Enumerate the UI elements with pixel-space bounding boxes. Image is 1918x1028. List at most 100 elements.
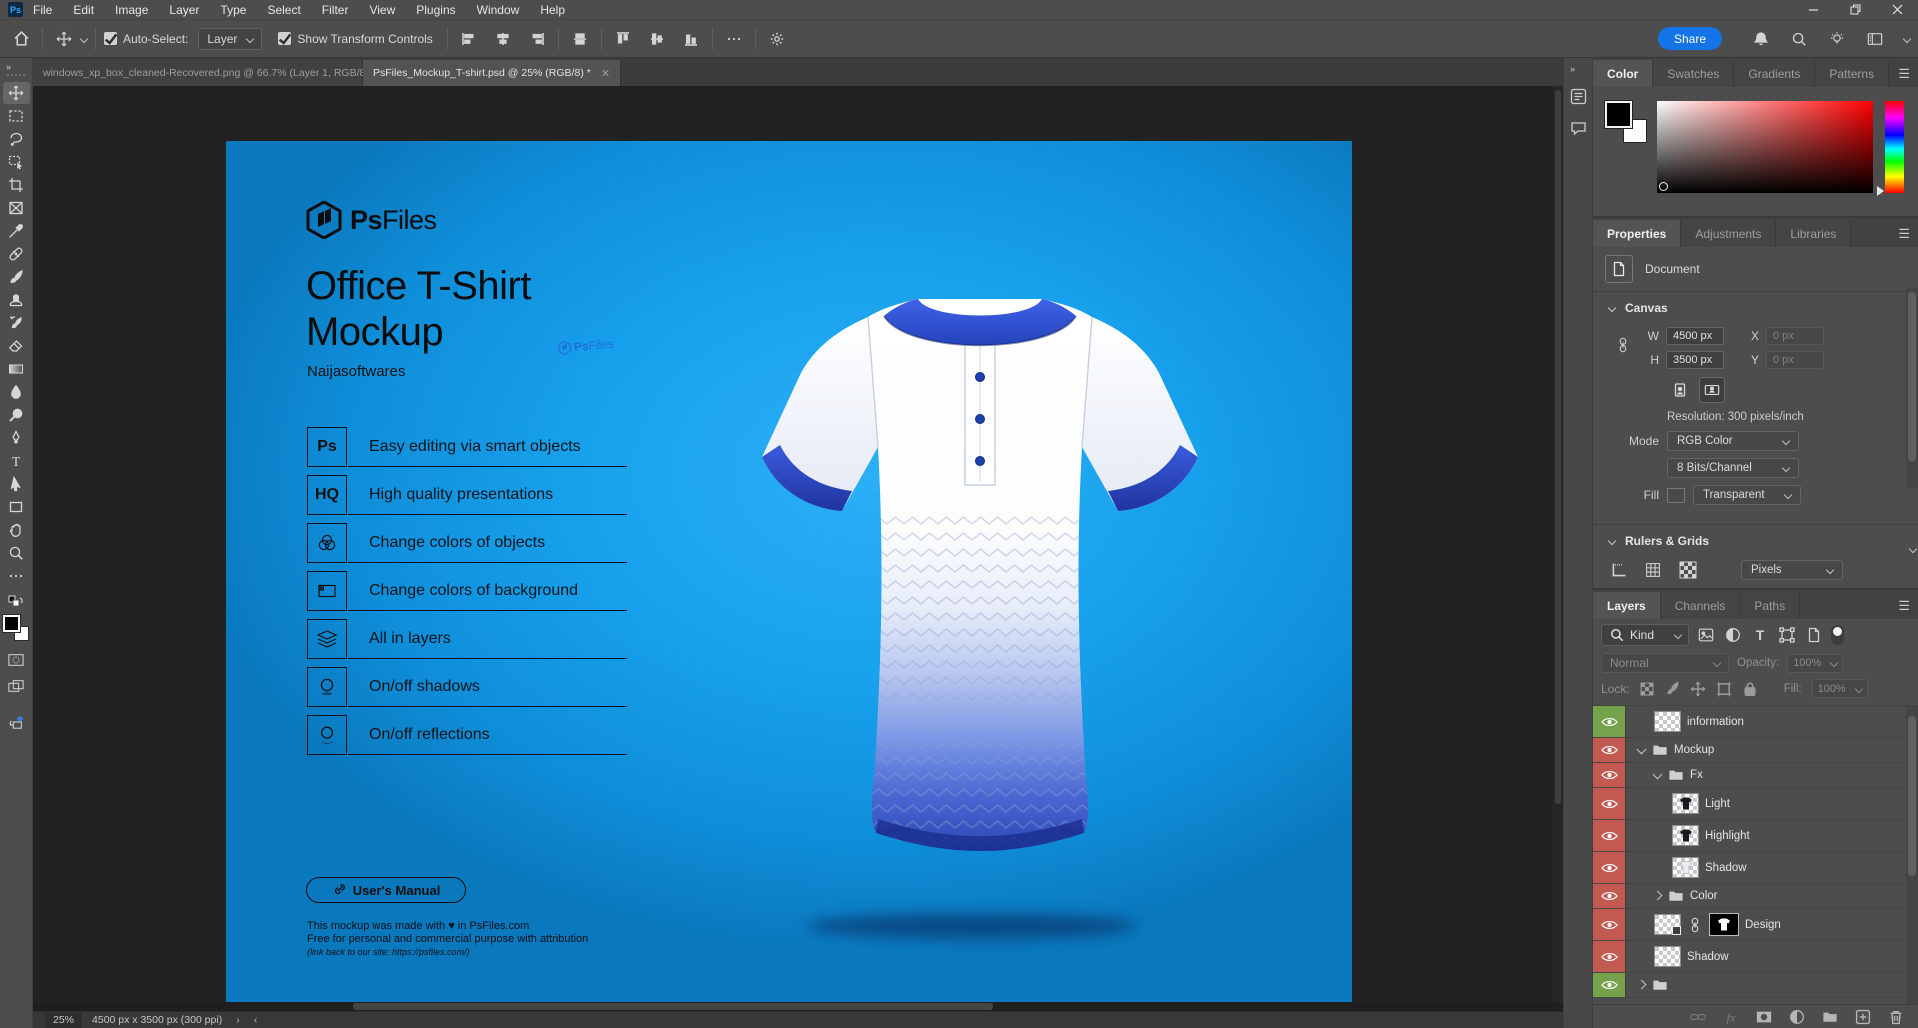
tool-button-dodge-tool[interactable] xyxy=(3,404,30,426)
rulers-grids-section-header[interactable]: Rulers & Grids xyxy=(1593,525,1918,554)
lock-transparency-icon[interactable] xyxy=(1640,682,1654,696)
group-chevron-icon[interactable] xyxy=(1654,771,1662,779)
menu-item[interactable]: Window xyxy=(477,3,520,17)
menu-item[interactable]: Image xyxy=(115,3,148,17)
search-icon[interactable] xyxy=(1786,26,1812,52)
panel-tab[interactable]: Layers xyxy=(1593,592,1661,619)
layer-row-mockup[interactable]: Mockup xyxy=(1593,738,1918,763)
layer-thumbnail[interactable] xyxy=(1654,914,1681,935)
menu-item[interactable]: Plugins xyxy=(416,3,455,17)
menu-item[interactable]: Layer xyxy=(169,3,199,17)
align-left-icon[interactable] xyxy=(456,26,482,52)
panel-menu-icon[interactable]: ☰ xyxy=(1898,226,1910,242)
x-field[interactable]: 0 px xyxy=(1766,327,1824,345)
align-middle-icon[interactable] xyxy=(644,26,670,52)
screen-mode-icon[interactable] xyxy=(3,675,30,697)
tool-button-rectangle-tool[interactable] xyxy=(3,496,30,518)
align-top-icon[interactable] xyxy=(610,26,636,52)
menu-item[interactable]: Edit xyxy=(73,3,94,17)
width-field[interactable]: 4500 px xyxy=(1666,327,1724,345)
y-field[interactable]: 0 px xyxy=(1766,351,1824,369)
new-group-icon[interactable] xyxy=(1822,1009,1838,1025)
move-tool-options-icon[interactable] xyxy=(51,26,77,52)
opacity-field[interactable]: 100% xyxy=(1787,654,1843,673)
panel-tab[interactable]: Properties xyxy=(1593,220,1681,247)
bell-icon[interactable] xyxy=(1748,26,1774,52)
tool-button-move-tool[interactable] xyxy=(3,82,30,104)
tool-button-brush-tool[interactable] xyxy=(3,266,30,288)
distribute-h-icon[interactable] xyxy=(567,26,593,52)
menu-item[interactable]: Filter xyxy=(322,3,349,17)
restore-button[interactable] xyxy=(1834,0,1876,19)
visibility-eye-icon[interactable] xyxy=(1593,738,1626,762)
ellipsis-icon[interactable] xyxy=(721,26,747,52)
home-icon[interactable] xyxy=(8,26,34,52)
align-bottom-icon[interactable] xyxy=(678,26,704,52)
tool-button-marquee-tool[interactable] xyxy=(3,105,30,127)
workspace-icon[interactable] xyxy=(1862,26,1888,52)
delete-layer-icon[interactable] xyxy=(1888,1009,1904,1025)
zoom-level[interactable]: 25% xyxy=(45,1013,82,1028)
wh-link-icon[interactable] xyxy=(1615,337,1631,353)
tool-button-pen-tool[interactable] xyxy=(3,427,30,449)
layer-row-design[interactable]: Design xyxy=(1593,909,1918,941)
layer-name[interactable]: Design xyxy=(1745,919,1781,931)
menu-item[interactable]: View xyxy=(369,3,395,17)
visibility-eye-icon[interactable] xyxy=(1593,852,1626,883)
adjustment-layer-icon[interactable] xyxy=(1789,1009,1805,1025)
layer-name[interactable]: Shadow xyxy=(1705,862,1747,874)
rulers-icon[interactable] xyxy=(1611,562,1627,578)
filter-shape-icon[interactable] xyxy=(1777,625,1797,645)
color-spectrum-field[interactable] xyxy=(1657,101,1873,193)
tool-button-gradient-tool[interactable] xyxy=(3,358,30,380)
panel-tab[interactable]: Swatches xyxy=(1653,60,1734,87)
layer-name[interactable]: Mockup xyxy=(1674,744,1714,756)
units-dropdown[interactable]: Pixels xyxy=(1741,560,1843,580)
publish-icon[interactable] xyxy=(3,711,30,733)
layer-name[interactable]: Fx xyxy=(1690,769,1703,781)
spectrum-cursor[interactable] xyxy=(1659,182,1668,191)
tool-button-clone-stamp-tool[interactable] xyxy=(3,289,30,311)
layer-name[interactable]: Light xyxy=(1705,798,1730,810)
canvas-section-header[interactable]: Canvas xyxy=(1593,292,1918,321)
visibility-eye-icon[interactable] xyxy=(1593,788,1626,819)
document-tab[interactable]: windows_xp_box_cleaned-Recovered.png @ 6… xyxy=(33,60,363,86)
panel-tab[interactable]: Adjustments xyxy=(1681,220,1776,247)
layer-style-fx-icon[interactable]: fx xyxy=(1723,1010,1739,1024)
gear-icon[interactable] xyxy=(764,26,790,52)
layer-row-light[interactable]: Light xyxy=(1593,788,1918,820)
filter-adjustment-icon[interactable] xyxy=(1723,625,1743,645)
dock-collapse-icon[interactable]: » xyxy=(1570,64,1576,74)
swap-colors-icon[interactable] xyxy=(8,595,24,609)
fill-dropdown[interactable]: Transparent xyxy=(1693,485,1801,505)
color-swatches[interactable] xyxy=(1605,101,1649,145)
visibility-eye-icon[interactable] xyxy=(1593,909,1626,940)
lightbulb-icon[interactable] xyxy=(1824,26,1850,52)
tab-close-icon[interactable]: ✕ xyxy=(601,67,610,80)
layer-row[interactable] xyxy=(1593,973,1918,998)
panel-tab[interactable]: Patterns xyxy=(1815,60,1889,87)
height-field[interactable]: 3500 px xyxy=(1666,351,1724,369)
history-panel-icon[interactable] xyxy=(1566,84,1590,108)
auto-select-dropdown[interactable]: Layer xyxy=(198,28,262,50)
panel-menu-icon[interactable]: ☰ xyxy=(1898,598,1910,614)
tool-button-object-selection-tool[interactable] xyxy=(3,151,30,173)
menu-item[interactable]: Help xyxy=(540,3,565,17)
visibility-eye-icon[interactable] xyxy=(1593,941,1626,972)
layers-scrollbar[interactable] xyxy=(1906,706,1918,1004)
filter-toggle[interactable] xyxy=(1831,625,1844,645)
foreground-background-colors[interactable] xyxy=(3,615,29,641)
workspace-chevron-icon[interactable] xyxy=(1903,34,1911,42)
comments-panel-icon[interactable] xyxy=(1566,116,1590,140)
menu-item[interactable]: Type xyxy=(220,3,246,17)
visibility-eye-icon[interactable] xyxy=(1593,884,1626,908)
tool-button-hand-tool[interactable] xyxy=(3,519,30,541)
quick-mask-icon[interactable] xyxy=(3,649,30,671)
tool-button-healing-brush-tool[interactable] xyxy=(3,243,30,265)
lock-all-icon[interactable] xyxy=(1742,681,1758,697)
tool-button-frame-tool[interactable] xyxy=(3,197,30,219)
layer-filter-kind[interactable]: Kind xyxy=(1601,624,1689,646)
hue-slider-arrow-icon[interactable] xyxy=(1877,186,1884,196)
document-canvas[interactable]: PsFiles Office T-Shirt Mockup Naijasoftw… xyxy=(226,141,1352,1002)
group-chevron-icon[interactable] xyxy=(1654,892,1662,900)
